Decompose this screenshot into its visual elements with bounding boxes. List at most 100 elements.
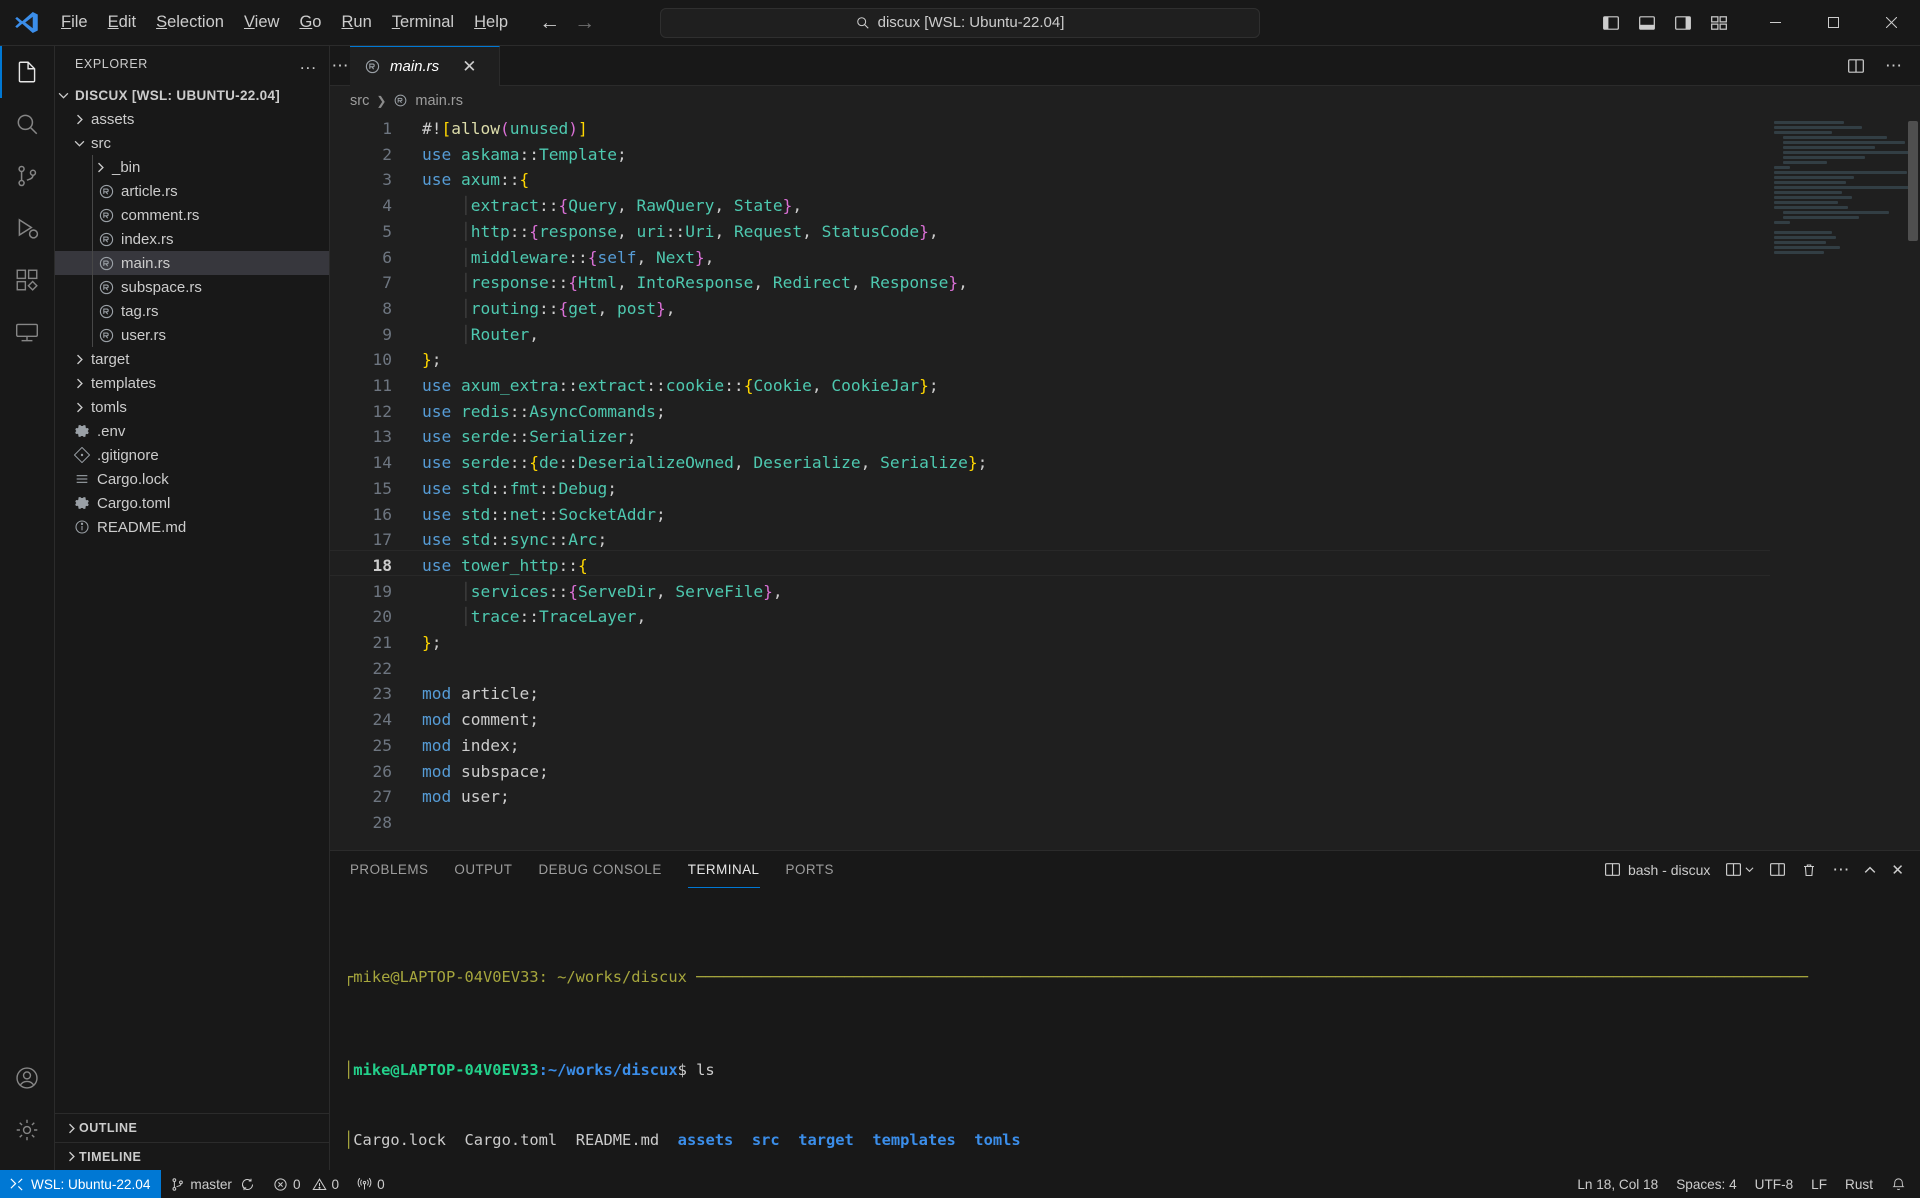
customize-layout-icon[interactable]: [1710, 14, 1728, 32]
panel-tab-ports[interactable]: PORTS: [786, 851, 834, 888]
activity-extensions[interactable]: [0, 254, 55, 306]
chevron-up-icon[interactable]: [1864, 864, 1876, 876]
info-icon: [71, 519, 93, 535]
code-editor[interactable]: 1#![allow(unused)] 2use askama::Template…: [330, 115, 1920, 850]
menu-run[interactable]: Run: [332, 9, 380, 36]
tree-item-gitignore[interactable]: .gitignore: [55, 443, 329, 467]
status-remote-indicator[interactable]: WSL: Ubuntu-22.04: [0, 1170, 161, 1198]
activity-settings[interactable]: [0, 1104, 55, 1156]
menu-selection[interactable]: Selection: [147, 9, 233, 36]
status-language-mode[interactable]: Rust: [1836, 1170, 1882, 1198]
panel-tab-debug-console[interactable]: DEBUG CONSOLE: [538, 851, 661, 888]
explorer-more-actions-icon[interactable]: ...: [300, 54, 317, 74]
activity-search[interactable]: [0, 98, 55, 150]
toggle-primary-sidebar-icon[interactable]: [1602, 14, 1620, 32]
tree-item-label: subspace.rs: [117, 279, 202, 296]
status-eol[interactable]: LF: [1802, 1170, 1836, 1198]
sidebar-section-timeline[interactable]: TIMELINE: [55, 1142, 329, 1170]
menu-view[interactable]: View: [235, 9, 288, 36]
minimap[interactable]: [1770, 115, 1920, 850]
editor-tab-main-rs[interactable]: main.rs ✕: [350, 46, 500, 86]
activity-explorer[interactable]: [0, 46, 55, 98]
sync-icon[interactable]: [240, 1177, 255, 1192]
scrollbar-thumb[interactable]: [1908, 121, 1918, 241]
tree-item-src[interactable]: src: [55, 131, 329, 155]
arrow-left-icon[interactable]: ←: [539, 12, 560, 33]
tree-item-index-rs[interactable]: index.rs: [55, 227, 329, 251]
panel-more-actions-icon[interactable]: ⋯: [1832, 860, 1849, 880]
split-terminal-icon[interactable]: [1725, 861, 1754, 878]
toggle-panel-icon[interactable]: [1638, 14, 1656, 32]
terminal-split-icon: [1604, 861, 1621, 878]
split-editor-icon[interactable]: [1847, 57, 1865, 75]
tree-item-article-rs[interactable]: article.rs: [55, 179, 329, 203]
tree-item-env[interactable]: .env: [55, 419, 329, 443]
status-editor-position[interactable]: Ln 18, Col 18: [1568, 1170, 1667, 1198]
editor-area: ⋯ main.rs ✕ ⋯ src ❯: [330, 46, 1920, 1170]
tabs-overflow-dots[interactable]: ⋯: [330, 46, 350, 86]
menu-help[interactable]: Help: [465, 9, 517, 36]
title-bar: File Edit Selection View Go Run Terminal…: [0, 0, 1920, 46]
tree-item-_bin[interactable]: _bin: [55, 155, 329, 179]
menu-go[interactable]: Go: [290, 9, 330, 36]
tree-item-comment-rs[interactable]: comment.rs: [55, 203, 329, 227]
tree-item-cargo-toml[interactable]: Cargo.toml: [55, 491, 329, 515]
new-terminal-icon[interactable]: [1769, 861, 1786, 878]
toggle-secondary-sidebar-icon[interactable]: [1674, 14, 1692, 32]
terminal-selector[interactable]: bash - discux: [1604, 861, 1710, 878]
tree-item-cargo-lock[interactable]: Cargo.lock: [55, 467, 329, 491]
status-encoding[interactable]: UTF-8: [1746, 1170, 1803, 1198]
activity-accounts[interactable]: [0, 1052, 55, 1104]
tree-item-label: src: [87, 135, 111, 152]
chevron-right-icon: ❯: [376, 94, 386, 108]
remote-indicator-icon: [9, 1177, 24, 1192]
tree-item-readme-md[interactable]: README.md: [55, 515, 329, 539]
panel-tab-terminal[interactable]: TERMINAL: [688, 851, 760, 888]
rust-icon: [95, 183, 117, 200]
status-remote-label: WSL: Ubuntu-22.04: [31, 1177, 150, 1192]
tree-item-subspace-rs[interactable]: subspace.rs: [55, 275, 329, 299]
tree-item-user-rs[interactable]: user.rs: [55, 323, 329, 347]
sidebar-section-outline[interactable]: OUTLINE: [55, 1114, 329, 1142]
status-indentation[interactable]: Spaces: 4: [1667, 1170, 1745, 1198]
status-branch[interactable]: master: [161, 1170, 264, 1198]
source-code[interactable]: 1#![allow(unused)] 2use askama::Template…: [330, 115, 1770, 836]
tree-item-assets[interactable]: assets: [55, 107, 329, 131]
window-close-button[interactable]: [1862, 0, 1920, 46]
bell-icon[interactable]: [1882, 1170, 1920, 1198]
activity-source-control[interactable]: [0, 150, 55, 202]
code-text-area[interactable]: 1#![allow(unused)] 2use askama::Template…: [330, 115, 1770, 850]
kill-terminal-icon[interactable]: [1801, 862, 1817, 878]
chevron-right-icon: [63, 1123, 79, 1134]
close-panel-icon[interactable]: ✕: [1891, 861, 1904, 879]
menu-terminal[interactable]: Terminal: [383, 9, 463, 36]
menu-edit[interactable]: Edit: [99, 9, 145, 36]
menu-file[interactable]: File: [52, 9, 97, 36]
arrow-right-icon[interactable]: →: [574, 12, 595, 33]
status-ports[interactable]: 0: [348, 1170, 394, 1198]
editor-more-actions-icon[interactable]: ⋯: [1885, 56, 1902, 76]
command-center-text: discux [WSL: Ubuntu-22.04]: [878, 14, 1065, 31]
sidebar-section-label: TIMELINE: [79, 1150, 141, 1164]
tree-item-tomls[interactable]: tomls: [55, 395, 329, 419]
tree-item-label: README.md: [93, 519, 186, 536]
window-minimize-button[interactable]: [1746, 0, 1804, 46]
activity-run-debug[interactable]: [0, 202, 55, 254]
status-problems[interactable]: 0 0: [264, 1170, 348, 1198]
tree-item-tag-rs[interactable]: tag.rs: [55, 299, 329, 323]
tree-item-templates[interactable]: templates: [55, 371, 329, 395]
panel-tab-output[interactable]: OUTPUT: [454, 851, 512, 888]
tree-root-discux[interactable]: DISCUX [WSL: UBUNTU-22.04]: [55, 83, 329, 107]
command-center[interactable]: discux [WSL: Ubuntu-22.04]: [660, 8, 1260, 38]
tree-item-target[interactable]: target: [55, 347, 329, 371]
terminal-view[interactable]: ┌mike@LAPTOP-04V0EV33: ~/works/discux ──…: [330, 888, 1920, 1170]
breadcrumb-item-src[interactable]: src: [350, 93, 369, 109]
window-maximize-button[interactable]: [1804, 0, 1862, 46]
breadcrumb-item-main-rs[interactable]: main.rs: [415, 93, 463, 109]
editor-scrollbar[interactable]: [1906, 115, 1920, 850]
tree-item-label: target: [87, 351, 129, 368]
close-icon[interactable]: ✕: [462, 57, 476, 77]
activity-remote-explorer[interactable]: [0, 306, 55, 358]
tree-item-main-rs[interactable]: main.rs: [55, 251, 329, 275]
panel-tab-problems[interactable]: PROBLEMS: [350, 851, 428, 888]
